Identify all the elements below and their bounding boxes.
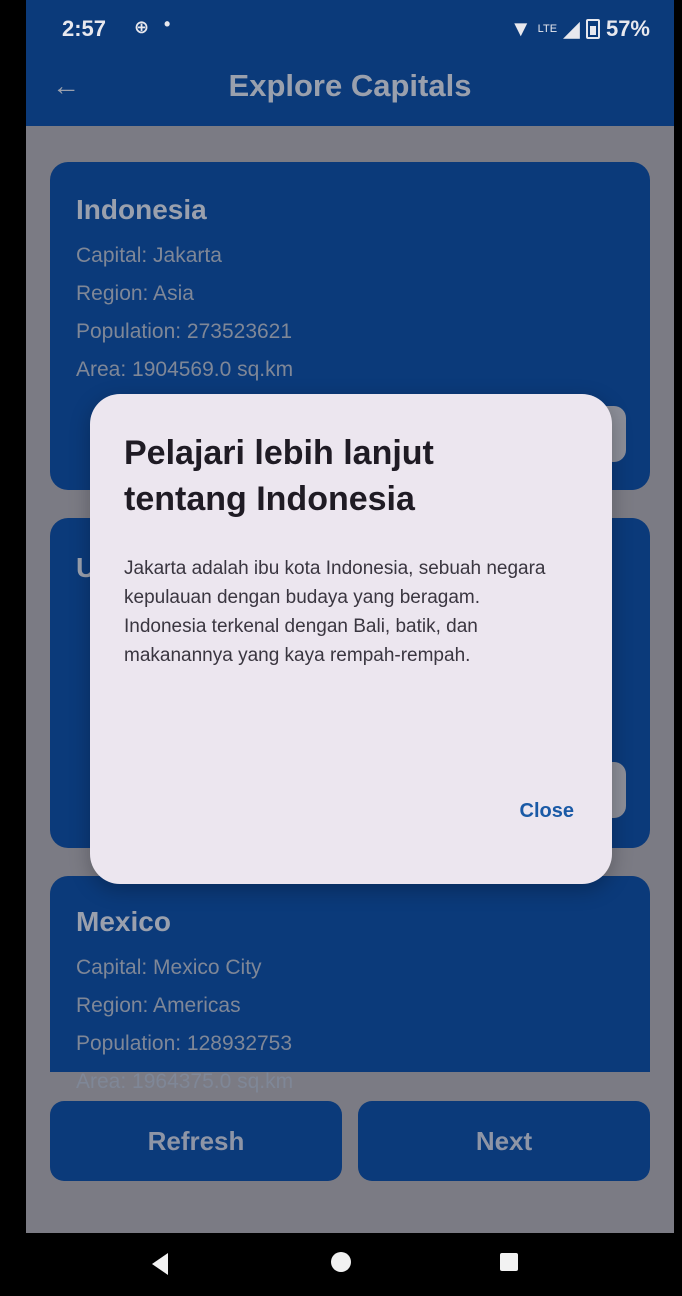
country-area: Area: 1904569.0 sq.km bbox=[76, 358, 294, 381]
refresh-button[interactable]: Refresh bbox=[50, 1101, 342, 1181]
country-card[interactable]: Mexico Capital: Mexico City Region: Amer… bbox=[50, 876, 650, 1093]
nav-home-icon[interactable] bbox=[331, 1252, 351, 1272]
wifi-icon: ▼ bbox=[509, 16, 532, 41]
system-nav-bar bbox=[0, 1233, 682, 1296]
dialog-title: Pelajari lebih lanjut tentang Indonesia bbox=[124, 434, 434, 518]
app-screen: 2:57 ⊕ • ▼ LTE ◢ 57% ← Explore Capitals … bbox=[26, 0, 674, 1233]
country-capital: Capital: Mexico City bbox=[76, 956, 262, 979]
battery-level: 57% bbox=[605, 16, 650, 41]
country-region: Region: Americas bbox=[76, 994, 241, 1017]
info-dialog: Pelajari lebih lanjut tentang Indonesia … bbox=[90, 394, 612, 884]
network-type: LTE bbox=[537, 23, 558, 35]
battery-icon bbox=[585, 19, 600, 39]
page-title: Explore Capitals bbox=[228, 68, 472, 103]
country-region: Region: Asia bbox=[76, 282, 194, 305]
country-capital: Capital: Jakarta bbox=[76, 244, 222, 267]
app-bar: 2:57 ⊕ • ▼ LTE ◢ 57% ← Explore Capitals bbox=[26, 0, 674, 126]
nav-back-icon[interactable] bbox=[152, 1253, 168, 1275]
notification-dot-icon: • bbox=[164, 14, 171, 34]
device-frame: 2:57 ⊕ • ▼ LTE ◢ 57% ← Explore Capitals … bbox=[0, 0, 682, 1296]
country-population: Population: 273523621 bbox=[76, 320, 293, 343]
country-name: Mexico bbox=[76, 906, 171, 937]
close-button[interactable]: Close bbox=[520, 800, 574, 823]
status-time: 2:57 bbox=[62, 16, 107, 41]
next-button[interactable]: Next bbox=[358, 1101, 650, 1181]
country-area: Area: 1964375.0 sq.km bbox=[76, 1070, 294, 1093]
vpn-icon: ⊕ bbox=[134, 17, 150, 37]
dialog-body: Jakarta adalah ibu kota Indonesia, sebua… bbox=[124, 558, 546, 666]
nav-recents-icon[interactable] bbox=[500, 1253, 518, 1271]
country-name: Indonesia bbox=[76, 194, 207, 225]
signal-icon: ◢ bbox=[563, 16, 580, 41]
status-indicators: ▼ LTE ◢ 57% bbox=[510, 16, 650, 42]
country-population: Population: 128932753 bbox=[76, 1032, 293, 1055]
status-bar: 2:57 ⊕ • ▼ LTE ◢ 57% bbox=[26, 0, 674, 58]
